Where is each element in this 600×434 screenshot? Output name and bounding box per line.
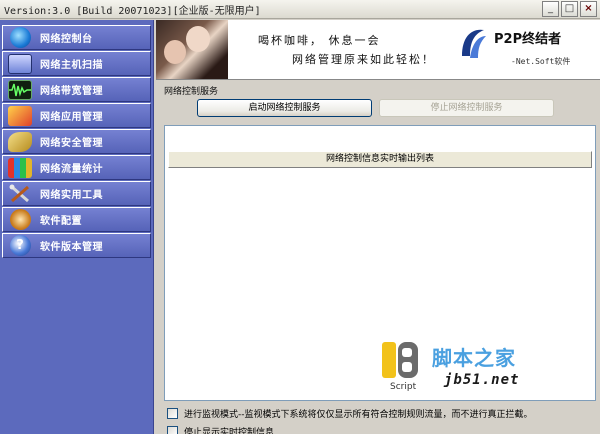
section-title: 网络控制服务 (164, 87, 219, 97)
sidebar-item-label: 网络应用管理 (40, 112, 103, 123)
sidebar-item-application[interactable]: 网络应用管理 (2, 103, 151, 128)
minimize-button[interactable]: _ (542, 1, 559, 17)
banner: 喝杯咖啡， 休息一会 网络管理原来如此轻松！ P2P终结者 -Net.Soft软… (156, 20, 600, 80)
host-scan-icon (6, 52, 34, 75)
bandwidth-wave-icon (6, 78, 34, 101)
sidebar-item-software-config[interactable]: 软件配置 (2, 207, 151, 232)
sidebar-item-security[interactable]: 网络安全管理 (2, 129, 151, 154)
statistics-icon (6, 156, 34, 179)
show-realtime-checkbox[interactable] (167, 426, 178, 434)
settings-icon (6, 208, 34, 231)
sidebar-item-version[interactable]: ? 软件版本管理 (2, 233, 151, 258)
monitor-mode-checkbox[interactable] (167, 408, 178, 419)
brand-logo-icon (462, 29, 486, 58)
close-button[interactable]: × (580, 1, 597, 17)
sidebar-item-tools[interactable]: 网络实用工具 (2, 181, 151, 206)
application-icon (6, 104, 34, 127)
window-controls: _ □ × (542, 1, 597, 17)
sidebar-item-label: 网络带宽管理 (40, 86, 103, 97)
sidebar-item-bandwidth[interactable]: 网络带宽管理 (2, 77, 151, 102)
sidebar: 网络控制台 网络主机扫描 网络带宽管理 网络应用管理 网络安全管理 网络流量统计 (0, 20, 154, 434)
sidebar-item-label: 软件版本管理 (40, 242, 103, 253)
watermark-url: jb51.net (444, 372, 520, 388)
sidebar-item-label: 网络流量统计 (40, 164, 103, 175)
sidebar-item-label: 软件配置 (40, 216, 82, 227)
maximize-button[interactable]: □ (561, 1, 578, 17)
key-icon (6, 130, 34, 153)
watermark: Script 脚本之家 jb51.net (380, 338, 590, 398)
tools-icon (6, 182, 34, 205)
show-realtime-label: 停止显示实时控制信息 (184, 428, 275, 434)
title-bar: Version:3.0 [Build 20071023][企业版-无限用户] _… (0, 0, 600, 19)
banner-slogan-1: 喝杯咖啡， 休息一会 (258, 34, 381, 47)
sidebar-item-label: 网络主机扫描 (40, 60, 103, 71)
stop-service-button[interactable]: 停止网络控制服务 (379, 99, 554, 117)
log-list-header: 网络控制信息实时输出列表 (168, 151, 592, 168)
help-icon: ? (6, 234, 34, 257)
watermark-title: 脚本之家 (432, 346, 516, 370)
sidebar-item-label: 网络安全管理 (40, 138, 103, 149)
show-realtime-option[interactable]: 停止显示实时控制信息 (167, 425, 274, 434)
watermark-script: Script (390, 382, 417, 392)
sidebar-item-network-console[interactable]: 网络控制台 (2, 25, 151, 50)
sidebar-item-label: 网络实用工具 (40, 190, 103, 201)
monitor-mode-option[interactable]: 进行监视模式--监视模式下系统将仅仅显示所有符合控制规则流量，而不进行真正拦截。 (167, 407, 533, 420)
brand-name: P2P终结者 (494, 32, 562, 47)
sidebar-item-traffic-stats[interactable]: 网络流量统计 (2, 155, 151, 180)
banner-slogan-2: 网络管理原来如此轻松！ (292, 53, 435, 66)
window-title: Version:3.0 [Build 20071023][企业版-无限用户] (4, 5, 261, 17)
sidebar-item-label: 网络控制台 (40, 34, 93, 45)
monitor-mode-label: 进行监视模式--监视模式下系统将仅仅显示所有符合控制规则流量，而不进行真正拦截。 (184, 410, 533, 420)
banner-photo (156, 20, 228, 79)
globe-icon (6, 26, 34, 49)
brand-subtitle: -Net.Soft软件 (511, 57, 571, 66)
start-service-button[interactable]: 启动网络控制服务 (197, 99, 372, 117)
sidebar-item-host-scan[interactable]: 网络主机扫描 (2, 51, 151, 76)
